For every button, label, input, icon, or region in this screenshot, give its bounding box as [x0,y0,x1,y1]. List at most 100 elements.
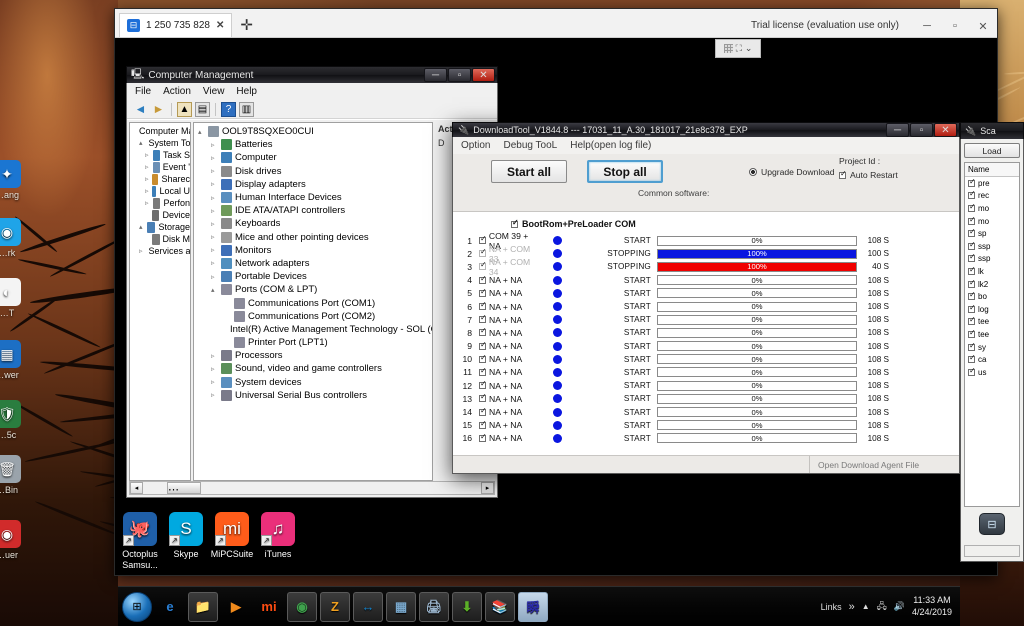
tray-show-hidden-icon[interactable]: ▲ [862,602,870,611]
browser-tab-strip[interactable]: ⊟ 1 250 735 828 ✕ ✛ Trial license (evalu… [115,9,997,38]
download-row[interactable]: 7 NA + NA START 0% 108 S [453,313,959,326]
device-tree-item[interactable]: Printer Port (LPT1) [194,336,432,349]
row-port-checkbox[interactable]: NA + NA [479,328,541,338]
device-tree-item[interactable]: ▹ Sound, video and game controllers [194,362,432,375]
scatter-item-check-icon[interactable] [968,356,975,363]
row-check-icon[interactable] [479,237,486,244]
download-tool-menubar[interactable]: Option Debug TooL Help(open log file) [453,137,959,154]
taskbar[interactable]: ⊞ e 📁 ▶ mi ◉ Z ↔ ▦ 🖨 ⬇ 📚 瞬 Links » ▲ 🖧 🔊 11:33 AM 4… [118,586,960,626]
device-tree-item[interactable]: Communications Port (COM1) [194,296,432,309]
console-tree-item[interactable]: Disk M [130,233,190,245]
load-scatter-button[interactable]: Load [964,143,1020,158]
row-port-checkbox[interactable]: NA + NA [479,288,541,298]
device-tree-twisty-icon[interactable]: ▴ [211,286,218,294]
device-tree-item[interactable]: ▹ Mice and other pointing devices [194,231,432,244]
browser-close-button[interactable]: ✕ [969,20,997,33]
network-icon[interactable]: 🖧 [877,599,887,615]
cm-minimize-button[interactable]: ─ [424,68,447,82]
device-tree-item[interactable]: ▹ Display adapters [194,178,432,191]
desktop-icon-6[interactable]: ◉ …uer [0,520,30,560]
dt-minimize-button[interactable]: ─ [886,123,909,137]
tab-close-icon[interactable]: ✕ [216,20,224,31]
device-tree-twisty-icon[interactable]: ▹ [211,233,218,241]
taskbar-button-zalo[interactable]: Z [320,592,350,622]
row-check-icon[interactable] [479,316,486,323]
row-check-icon[interactable] [479,277,486,284]
row-port-checkbox[interactable]: NA + NA [479,315,541,325]
computer-management-titlebar[interactable]: 🖳 Computer Management ─ ▫ ✕ [126,66,498,83]
upgrade-download-radio[interactable]: Upgrade Download [749,167,835,177]
scatter-item-check-icon[interactable] [968,331,975,338]
cm-close-button[interactable]: ✕ [472,68,495,82]
row-check-icon[interactable] [479,369,486,376]
row-port-checkbox[interactable]: NA + NA [479,433,541,443]
device-tree-twisty-icon[interactable]: ▹ [211,246,218,254]
scatter-item-check-icon[interactable] [968,230,975,237]
desktop-icon-2[interactable]: ◐ …T [0,278,30,318]
download-row[interactable]: 13NA + NASTART0%108 S [453,392,959,405]
row-port-checkbox[interactable]: NA + NA [479,381,541,391]
console-tree-item[interactable]: ▴ Storage [130,221,190,233]
device-tree-twisty-icon[interactable]: ▹ [211,180,218,188]
scatter-list-item[interactable]: pre [965,177,1019,190]
taskbar-button-winrar[interactable]: 📚 [485,592,515,622]
device-manager-tree[interactable]: ▴ OOL9T8SQXEO0CUI ▹ Batteries ▹ Computer ▹ Disk… [193,122,433,481]
row-check-icon[interactable] [479,329,486,336]
scatter-list-item[interactable]: mo [965,215,1019,228]
row-check-icon[interactable] [479,409,486,416]
scatter-item-check-icon[interactable] [968,218,975,225]
help-icon[interactable]: ? [221,102,236,117]
download-row[interactable]: 9NA + NASTART0%108 S [453,340,959,353]
scatter-list-item[interactable]: bo [965,290,1019,303]
row-port-checkbox[interactable]: NA + NA [479,341,541,351]
download-row[interactable]: 15NA + NASTART0%108 S [453,419,959,432]
row-port-checkbox[interactable]: NA + NA [479,302,541,312]
row-check-icon[interactable] [479,250,486,257]
computer-management-menubar[interactable]: File Action View Help [127,83,497,100]
taskbar-button-mi-suite[interactable]: mi [254,592,284,622]
scroll-left-arrow[interactable]: ◂ [130,482,143,494]
desktop-icon-4[interactable]: 🛡…5c [0,400,30,440]
forward-arrow-icon[interactable]: ► [151,102,166,117]
dt-menu-debug-tool[interactable]: Debug TooL [503,140,557,151]
device-tree-item[interactable]: ▴ Ports (COM & LPT) [194,283,432,296]
row-check-icon[interactable] [479,343,486,350]
taskbar-button-windows-explorer[interactable]: 📁 [188,592,218,622]
links-label[interactable]: Links [821,602,842,612]
download-row[interactable]: 12NA + NASTART0%108 S [453,379,959,392]
taskbar-button-disc-tool[interactable]: ◉ [287,592,317,622]
console-tree-item[interactable]: ▹ Sharec [130,173,190,185]
stop-all-button[interactable]: Stop all [587,160,663,183]
console-tree-item[interactable]: ▴ System To [130,137,190,149]
row-port-checkbox[interactable]: NA + COM 34 [479,257,541,277]
device-tree-twisty-icon[interactable]: ▴ [198,128,205,136]
device-tree-item[interactable]: ▹ Human Interface Devices [194,191,432,204]
row-port-checkbox[interactable]: NA + NA [479,394,541,404]
device-tree-item[interactable]: Communications Port (COM2) [194,310,432,323]
row-port-checkbox[interactable]: NA + NA [479,420,541,430]
device-tree-item[interactable]: ▴ OOL9T8SQXEO0CUI [194,125,432,138]
scatter-item-check-icon[interactable] [968,344,975,351]
scatter-item-check-icon[interactable] [968,268,975,275]
row-check-icon[interactable] [479,395,486,402]
tree-twisty-icon[interactable]: ▴ [139,223,144,231]
row-check-icon[interactable] [479,263,486,270]
download-row[interactable]: 6NA + NASTART0%108 S [453,300,959,313]
scatter-item-check-icon[interactable] [968,318,975,325]
tree-twisty-icon[interactable]: ▴ [139,139,143,147]
device-tree-twisty-icon[interactable]: ▹ [211,259,218,267]
system-tray[interactable]: Links » ▲ 🖧 🔊 11:33 AM 4/24/2019 [821,595,960,618]
scroll-right-arrow[interactable]: ▸ [481,482,494,494]
scatter-list-item[interactable]: tee [965,316,1019,329]
desktop-shortcut-itunes[interactable]: ♫ ↗ iTunes [250,512,306,560]
device-tree-item[interactable]: Intel(R) Active Management Technology - … [194,323,432,336]
row-check-icon[interactable] [479,422,486,429]
scatter-list-item[interactable]: us [965,366,1019,379]
tree-twisty-icon[interactable]: ▹ [145,151,150,159]
desktop-icon-0[interactable]: ✦ …ang [0,160,30,200]
download-tool-window-controls[interactable]: ─ ▫ ✕ [885,123,957,137]
computer-management-window-controls[interactable]: ─ ▫ ✕ [423,68,495,82]
device-tree-item[interactable]: ▹ IDE ATA/ATAPI controllers [194,204,432,217]
cm-maximize-button[interactable]: ▫ [448,68,471,82]
scatter-list-item[interactable]: rec [965,190,1019,203]
